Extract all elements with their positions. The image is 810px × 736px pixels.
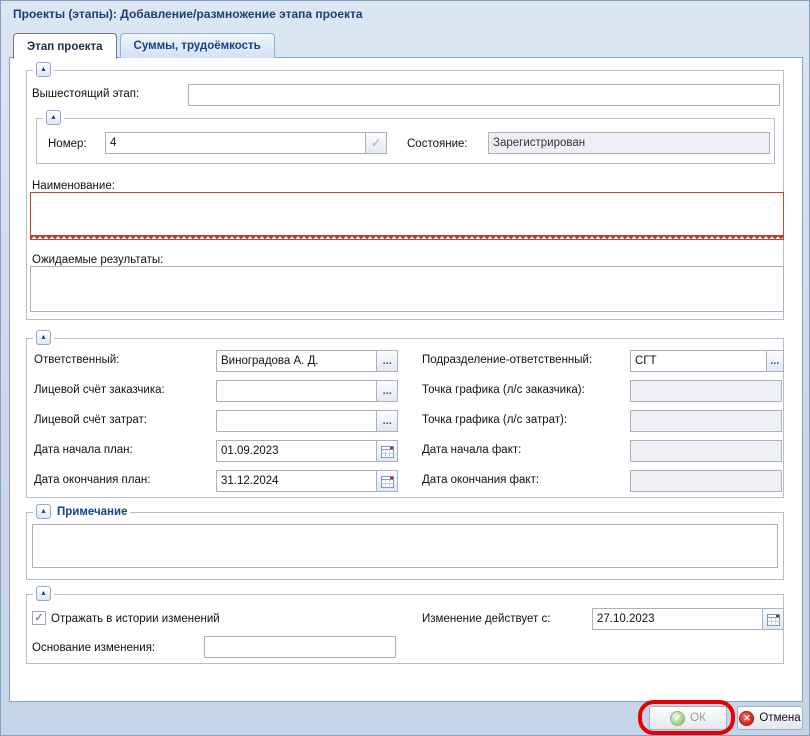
- state-input: [488, 132, 770, 154]
- collapse-toggle-icon[interactable]: ▲: [36, 330, 51, 345]
- cost-account-label: Лицевой счёт затрат:: [34, 414, 147, 426]
- department-input[interactable]: [630, 350, 767, 372]
- customer-account-input[interactable]: [216, 380, 377, 402]
- history-checkbox-label: Отражать в истории изменений: [51, 613, 220, 625]
- invalid-underline: [31, 235, 783, 239]
- calendar-icon: [381, 445, 394, 458]
- parent-stage-input[interactable]: [188, 84, 780, 106]
- schedule-point-cost-label: Точка графика (л/с затрат):: [422, 414, 567, 426]
- tab-strip: Этап проекта Суммы, трудоёмкость: [13, 33, 275, 58]
- plan-end-date-input[interactable]: [216, 470, 377, 492]
- name-field-wrap: [30, 192, 784, 240]
- plan-end-date-trigger[interactable]: [376, 470, 398, 492]
- collapse-toggle-icon[interactable]: ▲: [36, 504, 51, 519]
- ellipsis-icon: ...: [770, 356, 779, 366]
- customer-account-label: Лицевой счёт заказчика:: [34, 384, 165, 396]
- note-fieldset-title: Примечание: [55, 506, 127, 518]
- collapse-toggle-icon[interactable]: ▲: [46, 110, 61, 125]
- customer-account-lookup-trigger[interactable]: ...: [376, 380, 398, 402]
- fact-start-date-label: Дата начала факт:: [422, 444, 521, 456]
- cancel-button-label: Отмена: [759, 712, 800, 724]
- parent-stage-label: Вышестоящий этап:: [32, 88, 139, 100]
- department-label: Подразделение-ответственный:: [422, 354, 592, 366]
- responsible-lookup-trigger[interactable]: ...: [376, 350, 398, 372]
- ellipsis-icon: ...: [383, 386, 392, 396]
- department-lookup-trigger[interactable]: ...: [766, 350, 784, 372]
- tab-sums[interactable]: Суммы, трудоёмкость: [120, 33, 275, 58]
- calendar-icon: [381, 475, 394, 488]
- fact-end-date-label: Дата окончания факт:: [422, 474, 539, 486]
- change-effective-date-trigger[interactable]: [762, 608, 784, 630]
- cost-account-lookup-trigger[interactable]: ...: [376, 410, 398, 432]
- dialog-window: Проекты (этапы): Добавление/размножение …: [0, 0, 810, 736]
- check-icon: ✓: [371, 138, 381, 148]
- ok-check-icon: ✓: [670, 711, 685, 726]
- expected-results-label: Ожидаемые результаты:: [32, 254, 163, 266]
- number-label: Номер:: [48, 138, 87, 150]
- fact-end-date-input: [630, 470, 782, 492]
- change-reason-input[interactable]: [204, 636, 396, 658]
- cost-account-input[interactable]: [216, 410, 377, 432]
- calendar-icon: [767, 613, 780, 626]
- schedule-point-cost-input: [630, 410, 782, 432]
- plan-end-date-label: Дата окончания план:: [34, 474, 150, 486]
- state-label: Состояние:: [407, 138, 468, 150]
- expected-results-textarea[interactable]: [30, 266, 784, 312]
- ok-button-label: ОК: [690, 712, 706, 724]
- ellipsis-icon: ...: [383, 416, 392, 426]
- collapse-toggle-icon[interactable]: ▲: [36, 62, 51, 77]
- window-title: Проекты (этапы): Добавление/размножение …: [13, 7, 363, 21]
- fact-start-date-input: [630, 440, 782, 462]
- note-textarea[interactable]: [32, 524, 778, 568]
- name-textarea[interactable]: [31, 193, 783, 239]
- form-panel: ▲ Вышестоящий этап: ▲ Номер: ✓ Состояние…: [9, 57, 803, 702]
- number-input[interactable]: [105, 132, 366, 154]
- cancel-cross-icon: ✕: [739, 711, 754, 726]
- cancel-button[interactable]: ✕ Отмена: [737, 706, 803, 730]
- history-checkbox[interactable]: ✓: [32, 611, 46, 625]
- change-effective-date-label: Изменение действует с:: [422, 613, 550, 625]
- responsible-label: Ответственный:: [34, 354, 119, 366]
- ellipsis-icon: ...: [383, 356, 392, 366]
- schedule-point-customer-input: [630, 380, 782, 402]
- collapse-toggle-icon[interactable]: ▲: [36, 586, 51, 601]
- plan-start-date-input[interactable]: [216, 440, 377, 462]
- plan-start-date-trigger[interactable]: [376, 440, 398, 462]
- ok-button[interactable]: ✓ ОК: [649, 706, 727, 730]
- responsible-input[interactable]: [216, 350, 377, 372]
- plan-start-date-label: Дата начала план:: [34, 444, 133, 456]
- schedule-point-customer-label: Точка графика (л/с заказчика):: [422, 384, 585, 396]
- tab-stage[interactable]: Этап проекта: [13, 33, 117, 59]
- change-reason-label: Основание изменения:: [32, 642, 155, 654]
- number-check-trigger[interactable]: ✓: [365, 132, 387, 154]
- change-effective-date-input[interactable]: [592, 608, 763, 630]
- name-label: Наименование:: [32, 180, 115, 192]
